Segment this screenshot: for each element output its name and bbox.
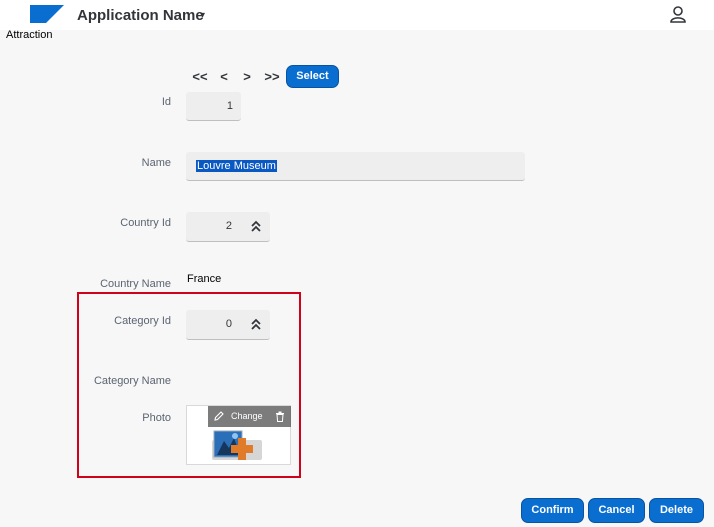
next-record-button[interactable]: > xyxy=(237,69,257,85)
id-label: Id xyxy=(161,96,171,108)
name-input[interactable]: Louvre Museum xyxy=(186,152,525,181)
trash-icon[interactable] xyxy=(275,411,285,422)
stepper-up-down-icon[interactable] xyxy=(250,317,262,333)
page-title: Attraction xyxy=(6,29,53,41)
app-title[interactable]: Application Name xyxy=(77,7,204,24)
country-id-label: Country Id xyxy=(120,217,171,229)
id-field[interactable]: 1 xyxy=(186,92,241,121)
person-icon[interactable] xyxy=(669,5,687,23)
image-placeholder-icon xyxy=(212,430,262,460)
name-input-value: Louvre Museum xyxy=(196,160,277,172)
confirm-button[interactable]: Confirm xyxy=(521,498,584,523)
category-id-value: 0 xyxy=(225,318,232,330)
country-name-label: Country Name xyxy=(100,278,171,290)
photo-toolbar: Change xyxy=(208,406,291,427)
app-menu-caret-icon[interactable]: ▾ xyxy=(200,10,205,21)
country-name-value: France xyxy=(187,273,222,285)
delete-button[interactable]: Delete xyxy=(649,498,704,523)
last-record-button[interactable]: >> xyxy=(262,69,282,85)
country-id-value: 2 xyxy=(225,220,232,232)
first-record-button[interactable]: << xyxy=(190,69,210,85)
photo-change-button[interactable]: Change xyxy=(231,411,263,421)
select-button[interactable]: Select xyxy=(286,65,339,88)
pencil-icon[interactable] xyxy=(214,411,224,421)
name-label: Name xyxy=(141,157,171,169)
company-logo[interactable] xyxy=(30,5,64,23)
cancel-button[interactable]: Cancel xyxy=(588,498,645,523)
shell-bar: Application Name ▾ xyxy=(0,0,714,30)
photo-label: Photo xyxy=(142,412,171,424)
category-id-label: Category Id xyxy=(114,315,171,327)
category-id-stepper[interactable]: 0 xyxy=(186,310,270,340)
stepper-up-down-icon[interactable] xyxy=(250,219,262,235)
country-id-stepper[interactable]: 2 xyxy=(186,212,270,242)
previous-record-button[interactable]: < xyxy=(214,69,234,85)
category-name-label: Category Name xyxy=(93,375,171,387)
